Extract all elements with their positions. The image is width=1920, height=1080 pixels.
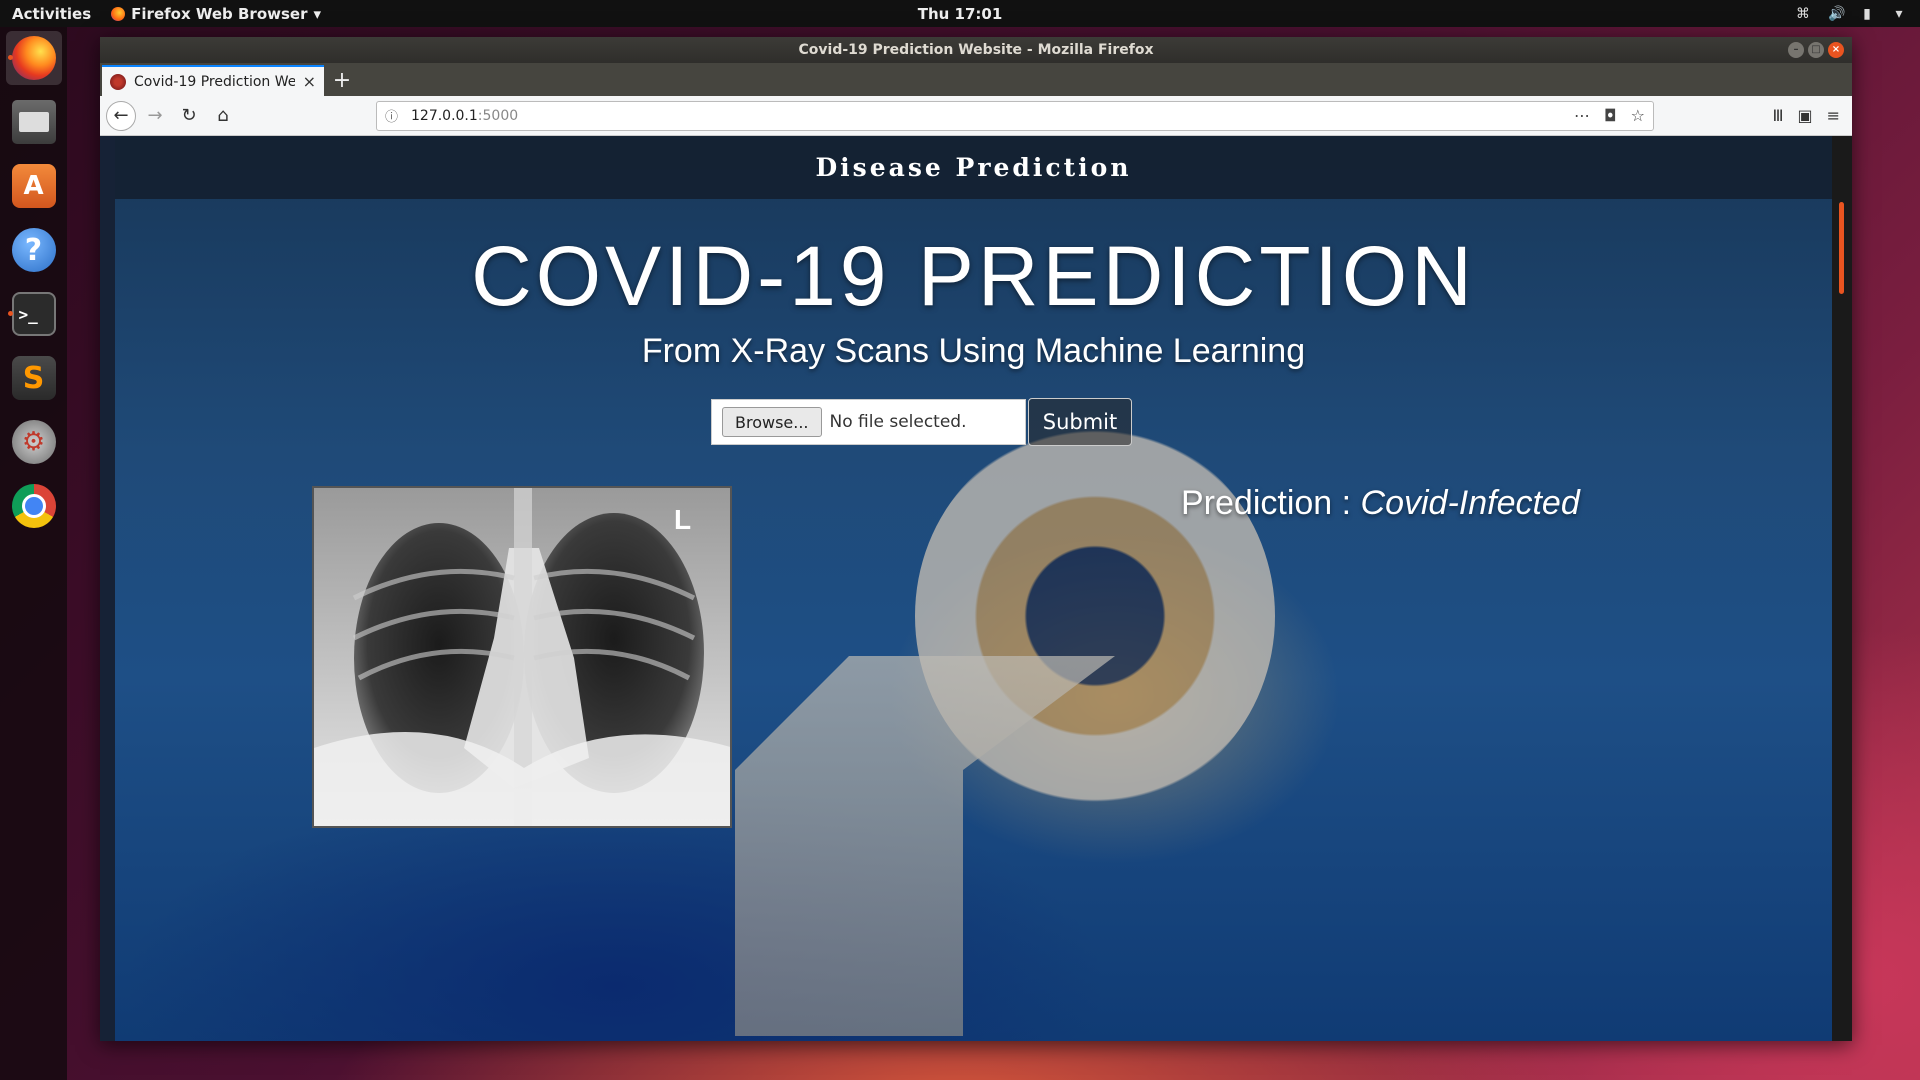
file-input[interactable]: Browse... No file selected. <box>711 399 1026 445</box>
site-header: Disease Prediction <box>115 136 1832 199</box>
dock-item-settings[interactable]: ⚙ <box>6 415 62 469</box>
dock-item-files[interactable] <box>6 95 62 149</box>
chevron-down-icon[interactable]: ▾ <box>1892 7 1906 21</box>
app-menu-label: Firefox Web Browser <box>131 4 308 23</box>
dock-item-help[interactable]: ? <box>6 223 62 277</box>
dock-item-firefox[interactable] <box>5 31 62 85</box>
chrome-icon <box>11 484 56 528</box>
new-tab-button[interactable]: + <box>324 65 360 96</box>
prediction-text: Prediction : Covid-Infected <box>1181 484 1580 523</box>
reload-button[interactable]: ↻ <box>174 101 204 131</box>
scrollbar-thumb[interactable] <box>1839 202 1844 294</box>
firefox-icon <box>111 6 126 21</box>
close-tab-icon[interactable]: × <box>303 72 316 91</box>
sidebar-icon[interactable]: ▣ <box>1797 106 1812 125</box>
site-info-icon[interactable]: ⓘ <box>385 106 403 125</box>
pocket-icon[interactable]: ◘ <box>1604 106 1617 125</box>
prediction-value: Covid-Infected <box>1360 484 1580 522</box>
url-bar[interactable]: ⓘ 127.0.0.1 :5000 ⋯ ◘ ☆ <box>376 100 1654 131</box>
chest-xray-graphic <box>314 488 730 826</box>
maximize-icon[interactable]: □ <box>1808 42 1824 58</box>
page-actions-icon[interactable]: ⋯ <box>1574 106 1590 125</box>
bookmark-star-icon[interactable]: ☆ <box>1631 106 1645 125</box>
mri-table-image <box>735 656 1115 1036</box>
scrollbar[interactable] <box>1832 136 1852 1041</box>
file-status: No file selected. <box>829 412 967 432</box>
browse-button[interactable]: Browse... <box>722 407 822 437</box>
sublime-text-icon: S <box>11 356 56 400</box>
upload-form: Browse... No file selected. Submit <box>711 398 1132 446</box>
running-indicator <box>7 55 13 60</box>
toolbar-right: Ⅲ ▣ ≡ <box>1772 106 1846 125</box>
minimize-icon[interactable]: – <box>1788 42 1804 58</box>
nav-bar: ← → ↻ ⌂ ⓘ 127.0.0.1 :5000 ⋯ ◘ ☆ Ⅲ ▣ ≡ <box>100 96 1852 136</box>
window-titlebar[interactable]: Covid-19 Prediction Website - Mozilla Fi… <box>100 37 1852 63</box>
system-tray[interactable]: ⌘ 🔊 ▮ ▾ <box>1796 7 1906 21</box>
forward-button[interactable]: → <box>140 101 170 131</box>
window-controls: – □ × <box>1788 42 1844 58</box>
tab-label: Covid-19 Prediction Web <box>134 73 295 90</box>
dock: A ? >_ S ⚙ <box>0 27 67 1080</box>
top-bar: Activities Firefox Web Browser ▾ Thu 17:… <box>0 0 1920 27</box>
library-icon[interactable]: Ⅲ <box>1772 106 1783 125</box>
home-button[interactable]: ⌂ <box>208 101 238 131</box>
activities-button[interactable]: Activities <box>0 5 103 23</box>
xray-marker: L <box>674 504 692 535</box>
hamburger-menu-icon[interactable]: ≡ <box>1827 106 1840 125</box>
help-icon: ? <box>11 228 56 272</box>
prediction-label: Prediction : <box>1181 484 1361 522</box>
web-page: Disease Prediction COVID-19 PREDICTION F… <box>115 136 1832 1041</box>
url-host: 127.0.0.1 <box>411 107 478 124</box>
app-menu[interactable]: Firefox Web Browser ▾ <box>103 5 321 23</box>
terminal-icon: >_ <box>11 292 56 336</box>
firefox-window: Covid-19 Prediction Website - Mozilla Fi… <box>100 37 1852 1041</box>
dock-item-chrome[interactable] <box>6 479 62 533</box>
favicon-icon <box>110 73 126 90</box>
window-title: Covid-19 Prediction Website - Mozilla Fi… <box>798 42 1154 58</box>
running-indicator <box>7 311 13 316</box>
chevron-down-icon: ▾ <box>313 4 322 23</box>
software-center-icon: A <box>11 164 56 208</box>
url-port: :5000 <box>477 107 519 124</box>
site-brand[interactable]: Disease Prediction <box>815 153 1131 182</box>
files-icon <box>11 100 56 144</box>
page-subtitle: From X-Ray Scans Using Machine Learning <box>641 332 1306 370</box>
network-icon[interactable]: ⌘ <box>1796 7 1810 21</box>
url-actions: ⋯ ◘ ☆ <box>1574 106 1645 125</box>
page-viewport: Disease Prediction COVID-19 PREDICTION F… <box>100 136 1852 1041</box>
back-button[interactable]: ← <box>106 100 136 131</box>
dock-item-sublime[interactable]: S <box>6 351 62 405</box>
dock-item-software[interactable]: A <box>6 159 62 213</box>
settings-icon: ⚙ <box>11 420 56 464</box>
battery-icon[interactable]: ▮ <box>1860 7 1874 21</box>
tab-covid-prediction[interactable]: Covid-19 Prediction Web × <box>102 65 324 96</box>
volume-icon[interactable]: 🔊 <box>1828 7 1845 21</box>
submit-button[interactable]: Submit <box>1028 398 1132 446</box>
mri-scanner-image <box>915 426 1275 806</box>
firefox-icon <box>11 36 56 80</box>
xray-image: L <box>312 486 732 828</box>
page-title: COVID-19 PREDICTION <box>471 229 1476 323</box>
close-icon[interactable]: × <box>1828 42 1844 58</box>
dock-item-terminal[interactable]: >_ <box>6 287 62 341</box>
tab-strip: Covid-19 Prediction Web × + <box>100 63 1852 96</box>
